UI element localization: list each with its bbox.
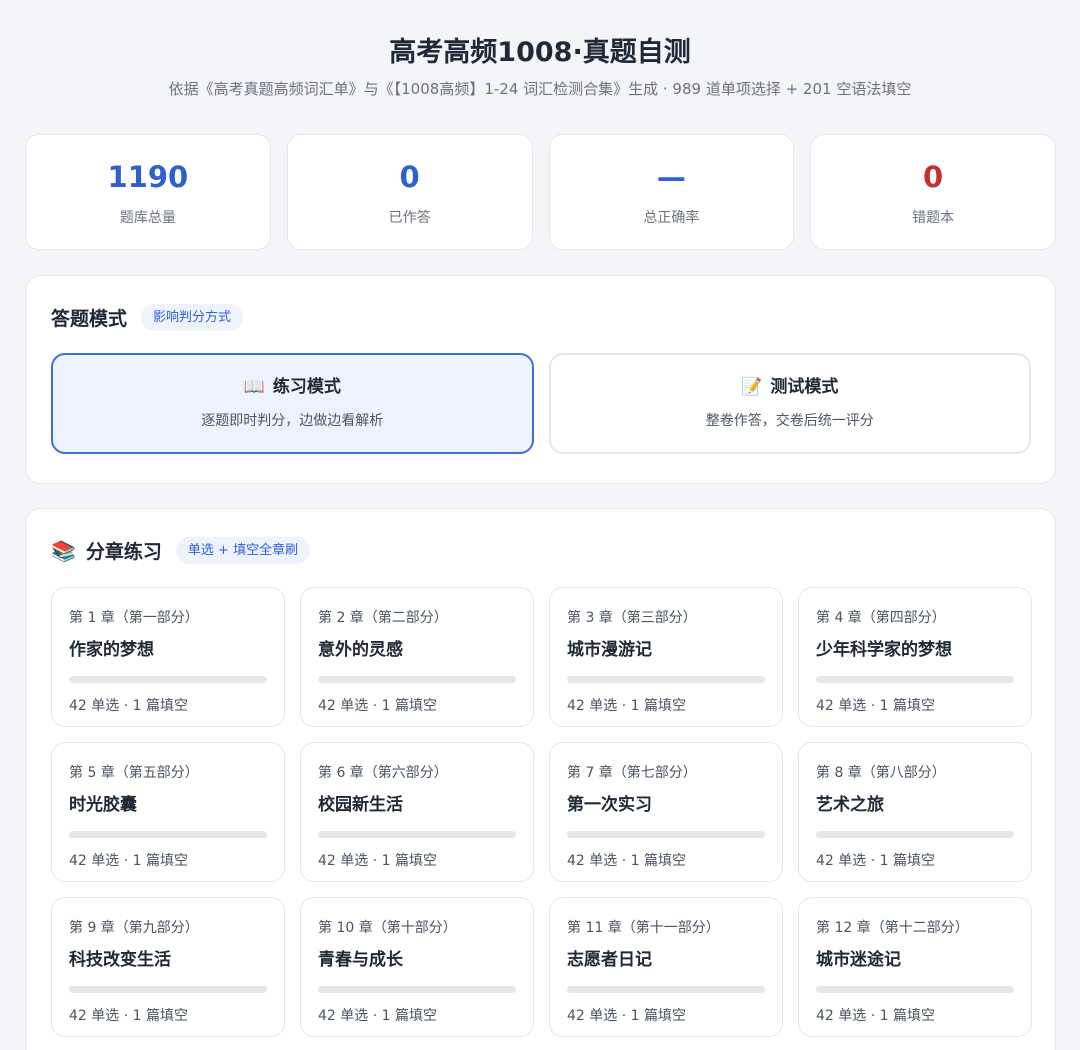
answer-mode-title: 答题模式 — [51, 308, 128, 330]
chapter-name: 校园新生活 — [318, 795, 403, 815]
chapter-meta: 42 单选 · 1 篇填空 — [567, 1008, 686, 1024]
chapter-grid: 第 1 章（第一部分） 作家的梦想 42 单选 · 1 篇填空第 2 章（第二部分）… — [51, 587, 1032, 1037]
chapter-meta: 42 单选 · 1 篇填空 — [69, 1008, 188, 1024]
chapter-number: 第 8 章（第八部分） — [816, 765, 946, 781]
chapter-progress-bar — [816, 986, 1014, 993]
chapter-progress-bar — [69, 831, 267, 838]
chapter-meta: 42 单选 · 1 篇填空 — [318, 1008, 437, 1024]
chapter-progress-bar — [567, 831, 765, 838]
memo-icon: 📝 — [741, 377, 763, 397]
chapter-name: 意外的灵感 — [318, 640, 403, 660]
stat-label-answered: 已作答 — [388, 210, 431, 226]
chapter-card[interactable]: 第 11 章（第十一部分） 志愿者日记 42 单选 · 1 篇填空 — [549, 897, 783, 1037]
chapter-card[interactable]: 第 12 章（第十二部分） 城市迷途记 42 单选 · 1 篇填空 — [798, 897, 1032, 1037]
chapter-number: 第 3 章（第三部分） — [567, 610, 697, 626]
stat-value-wrongbook: 0 — [923, 160, 944, 194]
answer-mode-tag: 影响判分方式 — [141, 304, 244, 331]
stat-label-wrongbook: 错题本 — [912, 210, 955, 226]
chapter-meta: 42 单选 · 1 篇填空 — [318, 853, 437, 869]
chapter-name: 志愿者日记 — [567, 950, 652, 970]
stats-row: 1190 题库总量 0 已作答 — 总正确率 0 错题本 — [25, 134, 1056, 250]
chapter-card[interactable]: 第 2 章（第二部分） 意外的灵感 42 单选 · 1 篇填空 — [300, 587, 534, 727]
chapter-meta: 42 单选 · 1 篇填空 — [567, 853, 686, 869]
chapter-card[interactable]: 第 3 章（第三部分） 城市漫游记 42 单选 · 1 篇填空 — [549, 587, 783, 727]
page-title: 高考高频1008·真题自测 — [389, 37, 691, 68]
chapter-meta: 42 单选 · 1 篇填空 — [567, 698, 686, 714]
chapter-name: 少年科学家的梦想 — [816, 640, 952, 660]
chapter-practice-panel: 📚 分章练习 单选 + 填空全章刷 第 1 章（第一部分） 作家的梦想 42 单选 … — [25, 508, 1056, 1050]
page-subtitle: 依据《高考真题高频词汇单》与《【1008高频】1-24 词汇检测合集》生成 · … — [168, 80, 912, 98]
chapter-card[interactable]: 第 8 章（第八部分） 艺术之旅 42 单选 · 1 篇填空 — [798, 742, 1032, 882]
chapter-progress-bar — [318, 986, 516, 993]
chapter-progress-bar — [318, 831, 516, 838]
chapter-name: 时光胶囊 — [69, 795, 137, 815]
chapter-progress-bar — [69, 676, 267, 683]
chapter-name: 城市漫游记 — [567, 640, 652, 660]
chapter-number: 第 2 章（第二部分） — [318, 610, 448, 626]
chapter-card[interactable]: 第 7 章（第七部分） 第一次实习 42 单选 · 1 篇填空 — [549, 742, 783, 882]
answer-mode-panel: 答题模式 影响判分方式 📖 练习模式 逐题即时判分，边做边看解析 📝 测试模式 整卷… — [25, 275, 1056, 484]
chapter-number: 第 10 章（第十部分） — [318, 920, 457, 936]
chapter-number: 第 9 章（第九部分） — [69, 920, 199, 936]
answer-mode-header: 答题模式 影响判分方式 — [51, 304, 244, 331]
stat-value-total: 1190 — [107, 160, 189, 194]
chapter-number: 第 7 章（第七部分） — [567, 765, 697, 781]
mode-options: 📖 练习模式 逐题即时判分，边做边看解析 📝 测试模式 整卷作答，交卷后统一评分 — [51, 353, 1031, 454]
chapter-progress-bar — [567, 986, 765, 993]
chapter-card[interactable]: 第 1 章（第一部分） 作家的梦想 42 单选 · 1 篇填空 — [51, 587, 285, 727]
chapter-number: 第 1 章（第一部分） — [69, 610, 199, 626]
chapter-meta: 42 单选 · 1 篇填空 — [69, 853, 188, 869]
chapter-name: 艺术之旅 — [816, 795, 884, 815]
stat-value-answered: 0 — [399, 160, 420, 194]
chapter-meta: 42 单选 · 1 篇填空 — [69, 698, 188, 714]
stat-label-total: 题库总量 — [119, 210, 176, 226]
chapter-practice-tag: 单选 + 填空全章刷 — [175, 537, 311, 564]
open-book-icon: 📖 — [243, 377, 265, 397]
practice-mode-label: 练习模式 — [272, 377, 341, 397]
stat-card-total: 1190 题库总量 — [25, 134, 271, 250]
test-mode-label: 测试模式 — [770, 377, 839, 397]
chapter-meta: 42 单选 · 1 篇填空 — [816, 698, 935, 714]
chapter-name: 科技改变生活 — [69, 950, 171, 970]
stat-card-answered: 0 已作答 — [286, 134, 533, 250]
chapter-meta: 42 单选 · 1 篇填空 — [816, 853, 935, 869]
chapter-name: 青春与成长 — [318, 950, 403, 970]
chapter-progress-bar — [567, 676, 765, 683]
test-mode-button[interactable]: 📝 测试模式 整卷作答，交卷后统一评分 — [548, 353, 1031, 454]
practice-mode-button[interactable]: 📖 练习模式 逐题即时判分，边做边看解析 — [51, 353, 534, 454]
chapter-card[interactable]: 第 9 章（第九部分） 科技改变生活 42 单选 · 1 篇填空 — [51, 897, 285, 1037]
chapter-number: 第 12 章（第十二部分） — [816, 920, 969, 936]
chapter-meta: 42 单选 · 1 篇填空 — [318, 698, 437, 714]
chapter-progress-bar — [816, 831, 1014, 838]
practice-mode-desc: 逐题即时判分，边做边看解析 — [201, 413, 384, 429]
chapter-card[interactable]: 第 5 章（第五部分） 时光胶囊 42 单选 · 1 篇填空 — [51, 742, 285, 882]
chapter-name: 作家的梦想 — [69, 640, 154, 660]
stat-value-accuracy: — — [656, 160, 686, 194]
page-header: 高考高频1008·真题自测 依据《高考真题高频词汇单》与《【1008高频】1-2… — [0, 0, 1080, 100]
chapter-practice-header: 📚 分章练习 单选 + 填空全章刷 — [51, 537, 311, 564]
chapter-card[interactable]: 第 4 章（第四部分） 少年科学家的梦想 42 单选 · 1 篇填空 — [798, 587, 1032, 727]
books-icon: 📚 — [51, 538, 76, 563]
chapter-number: 第 11 章（第十一部分） — [567, 920, 720, 936]
chapter-card[interactable]: 第 10 章（第十部分） 青春与成长 42 单选 · 1 篇填空 — [300, 897, 534, 1037]
chapter-name: 城市迷途记 — [816, 950, 901, 970]
chapter-progress-bar — [816, 676, 1014, 683]
chapter-card[interactable]: 第 6 章（第六部分） 校园新生活 42 单选 · 1 篇填空 — [300, 742, 534, 882]
chapter-practice-title: 分章练习 — [85, 541, 162, 563]
test-mode-desc: 整卷作答，交卷后统一评分 — [705, 413, 874, 429]
stat-label-accuracy: 总正确率 — [643, 210, 700, 226]
chapter-number: 第 5 章（第五部分） — [69, 765, 199, 781]
chapter-number: 第 4 章（第四部分） — [816, 610, 946, 626]
chapter-name: 第一次实习 — [567, 795, 652, 815]
chapter-number: 第 6 章（第六部分） — [318, 765, 448, 781]
chapter-meta: 42 单选 · 1 篇填空 — [816, 1008, 935, 1024]
chapter-progress-bar — [69, 986, 267, 993]
stat-card-accuracy: — 总正确率 — [548, 134, 795, 250]
chapter-progress-bar — [318, 676, 516, 683]
stat-card-wrongbook[interactable]: 0 错题本 — [810, 134, 1056, 250]
